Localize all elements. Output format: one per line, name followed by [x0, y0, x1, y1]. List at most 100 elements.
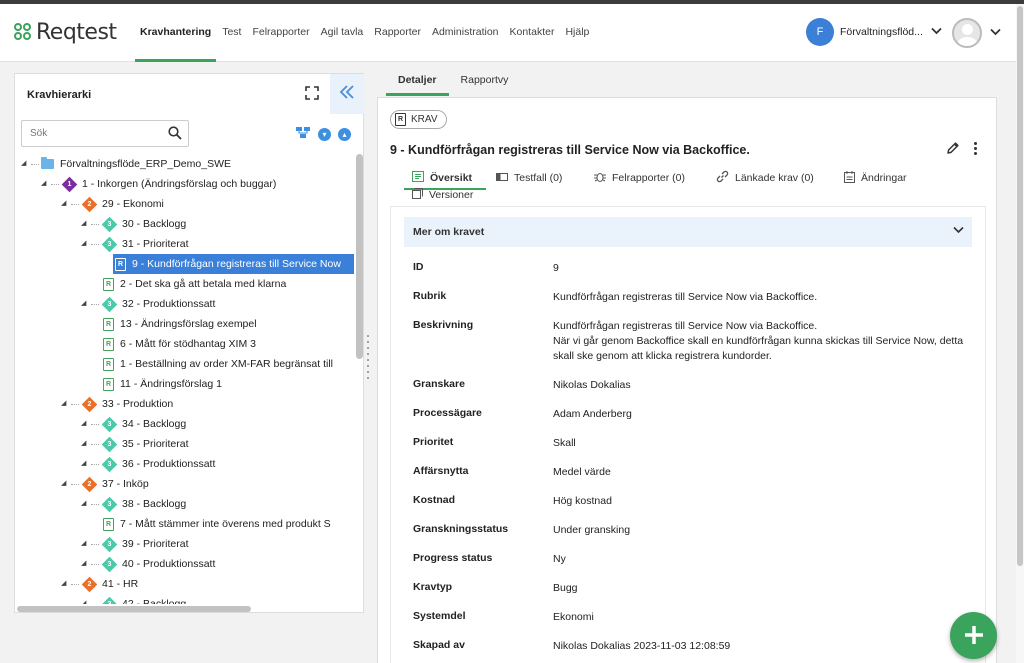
requirement-tree: ◢ Förvaltningsflöde_ERP_Demo_SWE ◢ 1 1 - Ink…: [15, 154, 354, 604]
level-diamond-icon: 3: [101, 456, 118, 472]
nav-agil-tavla[interactable]: Agil tavla: [316, 4, 369, 62]
tree-requirement-item[interactable]: R 11 - Ändringsförslag 1: [101, 374, 222, 394]
field-value: Hög kostnad: [553, 495, 612, 507]
expand-triangle-icon[interactable]: ◢: [81, 594, 91, 604]
field-value: Ekonomi: [553, 611, 594, 623]
tree-item-label: 41 - HR: [102, 578, 139, 590]
panel-splitter-handle[interactable]: [366, 333, 372, 379]
tree-horizontal-scrollbar[interactable]: [15, 605, 354, 613]
level-diamond-icon: 3: [101, 436, 118, 452]
tree-project-root[interactable]: ◢ Förvaltningsflöde_ERP_Demo_SWE: [21, 154, 231, 174]
tree-level-item[interactable]: ◢ 2 37 - Inköp: [61, 474, 149, 494]
field-label: Granskningsstatus: [413, 523, 509, 535]
requirement-hierarchy-panel: Kravhierarki ▾ ▴ ◢ Förvaltningsflöde_ERP_…: [14, 73, 364, 613]
expand-triangle-icon[interactable]: ◢: [61, 574, 71, 594]
tab-detaljer[interactable]: Detaljer: [386, 68, 449, 96]
tree-horizontal-scrollbar-thumb[interactable]: [17, 606, 251, 612]
tree-level-item[interactable]: ◢ 1 1 - Inkorgen (Ändringsförslag och bugg…: [41, 174, 276, 194]
reqtest-logo[interactable]: Reqtest: [14, 20, 117, 45]
subtab-lankade-krav[interactable]: Länkade krav (0): [716, 168, 814, 188]
nav-administration[interactable]: Administration: [427, 4, 504, 62]
more-options-icon[interactable]: [974, 142, 978, 156]
expand-triangle-icon[interactable]: ◢: [81, 234, 91, 254]
tree-level-item[interactable]: ◢ 2 29 - Ekonomi: [61, 194, 164, 214]
add-button[interactable]: [950, 612, 997, 659]
expand-triangle-icon[interactable]: ◢: [81, 454, 91, 474]
page-scrollbar[interactable]: [1016, 4, 1024, 663]
fullscreen-icon[interactable]: [305, 86, 319, 100]
tree-requirement-item[interactable]: R 9 - Kundförfrågan registreras till Serv…: [113, 254, 354, 274]
tree-requirement-item[interactable]: R 6 - Mått för stödhantag XIM 3: [101, 334, 256, 354]
nav-kravhantering[interactable]: Kravhantering: [135, 4, 217, 62]
subtab-versioner[interactable]: Versioner: [412, 185, 473, 205]
nav-rapporter[interactable]: Rapporter: [369, 4, 426, 62]
edit-pencil-icon[interactable]: [946, 141, 960, 155]
tree-level-item[interactable]: ◢ 3 34 - Backlogg: [81, 414, 186, 434]
tree-item-label: 36 - Produktionssatt: [122, 458, 216, 470]
field-value: Ny: [553, 553, 566, 565]
field-label: Rubrik: [413, 290, 447, 302]
tree-item-label: 11 - Ändringsförslag 1: [120, 378, 222, 390]
tab-rapportvy[interactable]: Rapportvy: [449, 68, 521, 96]
collapse-panel-button[interactable]: [330, 74, 364, 114]
expand-triangle-icon[interactable]: ◢: [21, 154, 31, 174]
subtab-testfall-label: Testfall (0): [514, 172, 563, 184]
expand-triangle-icon[interactable]: ◢: [81, 214, 91, 234]
chevron-down-icon: [990, 27, 1001, 39]
tree-level-item[interactable]: ◢ 3 38 - Backlogg: [81, 494, 186, 514]
tree-level-item[interactable]: ◢ 2 41 - HR: [61, 574, 138, 594]
field-label: Beskrivning: [413, 319, 474, 331]
tree-item-label: 1 - Beställning av order XM-FAR begränsa…: [120, 358, 334, 370]
tree-item-label: 30 - Backlogg: [122, 218, 187, 230]
profile-menu[interactable]: [952, 18, 1001, 48]
chevron-down-icon[interactable]: [953, 223, 964, 237]
subtab-felrapporter[interactable]: Felrapporter (0): [594, 168, 685, 188]
tree-requirement-item[interactable]: R 2 - Det ska gå att betala med klarna: [101, 274, 286, 294]
level-diamond-icon: 3: [101, 496, 118, 512]
tree-level-item[interactable]: ◢ 3 40 - Produktionssatt: [81, 554, 215, 574]
tree-connector: [91, 603, 99, 604]
expand-triangle-icon[interactable]: ◢: [61, 474, 71, 494]
tree-filter-icon[interactable]: [295, 126, 311, 142]
nav-hjalp[interactable]: Hjälp: [560, 4, 594, 62]
field-value: Skall: [553, 437, 576, 449]
tree-level-item[interactable]: ◢ 3 39 - Prioriterat: [81, 534, 189, 554]
tree-level-item[interactable]: ◢ 3 32 - Produktionssatt: [81, 294, 215, 314]
tree-requirement-item[interactable]: R 1 - Beställning av order XM-FAR begräns…: [101, 354, 333, 374]
project-selector[interactable]: F Förvaltningsflöd...: [806, 18, 942, 46]
tree-level-item[interactable]: ◢ 3 31 - Prioriterat: [81, 234, 189, 254]
page-scrollbar-thumb[interactable]: [1017, 6, 1023, 566]
subtab-andringar[interactable]: Ändringar: [844, 168, 907, 188]
tree-level-item[interactable]: ◢ 3 36 - Produktionssatt: [81, 454, 215, 474]
expand-triangle-icon[interactable]: ◢: [81, 534, 91, 554]
tree-level-item[interactable]: ◢ 3 35 - Prioriterat: [81, 434, 189, 454]
nav-felrapporter[interactable]: Felrapporter: [247, 4, 314, 62]
level-diamond-icon: 3: [101, 236, 118, 252]
tree-requirement-item[interactable]: R 7 - Mått stämmer inte överens med produ…: [101, 514, 331, 534]
user-avatar-icon: [952, 18, 982, 48]
expand-triangle-icon[interactable]: ◢: [81, 414, 91, 434]
expand-all-icon[interactable]: ▾: [318, 127, 331, 141]
subtab-testfall[interactable]: Testfall (0): [496, 168, 562, 188]
search-icon[interactable]: [168, 126, 182, 140]
tree-level-item[interactable]: ◢ 3 42 - Backlogg: [81, 594, 186, 604]
expand-triangle-icon[interactable]: ◢: [81, 294, 91, 314]
tree-vertical-scrollbar-thumb[interactable]: [356, 154, 363, 359]
tree-search-input[interactable]: [22, 121, 162, 146]
nav-test[interactable]: Test: [217, 4, 246, 62]
tree-connector: [71, 403, 79, 405]
tree-level-item[interactable]: ◢ 2 33 - Produktion: [61, 394, 173, 414]
expand-triangle-icon[interactable]: ◢: [61, 394, 71, 414]
section-header[interactable]: Mer om kravet: [404, 217, 972, 247]
tree-requirement-item[interactable]: R 13 - Ändringsförslag exempel: [101, 314, 257, 334]
tree-level-item[interactable]: ◢ 3 30 - Backlogg: [81, 214, 186, 234]
expand-triangle-icon[interactable]: ◢: [81, 434, 91, 454]
expand-triangle-icon[interactable]: ◢: [61, 194, 71, 214]
expand-triangle-icon[interactable]: ◢: [81, 554, 91, 574]
collapse-all-icon[interactable]: ▴: [338, 127, 351, 141]
tree-item-label: 32 - Produktionssatt: [122, 298, 216, 310]
tree-vertical-scrollbar[interactable]: [355, 154, 363, 604]
expand-triangle-icon[interactable]: ◢: [41, 174, 51, 194]
nav-kontakter[interactable]: Kontakter: [505, 4, 560, 62]
expand-triangle-icon[interactable]: ◢: [81, 494, 91, 514]
